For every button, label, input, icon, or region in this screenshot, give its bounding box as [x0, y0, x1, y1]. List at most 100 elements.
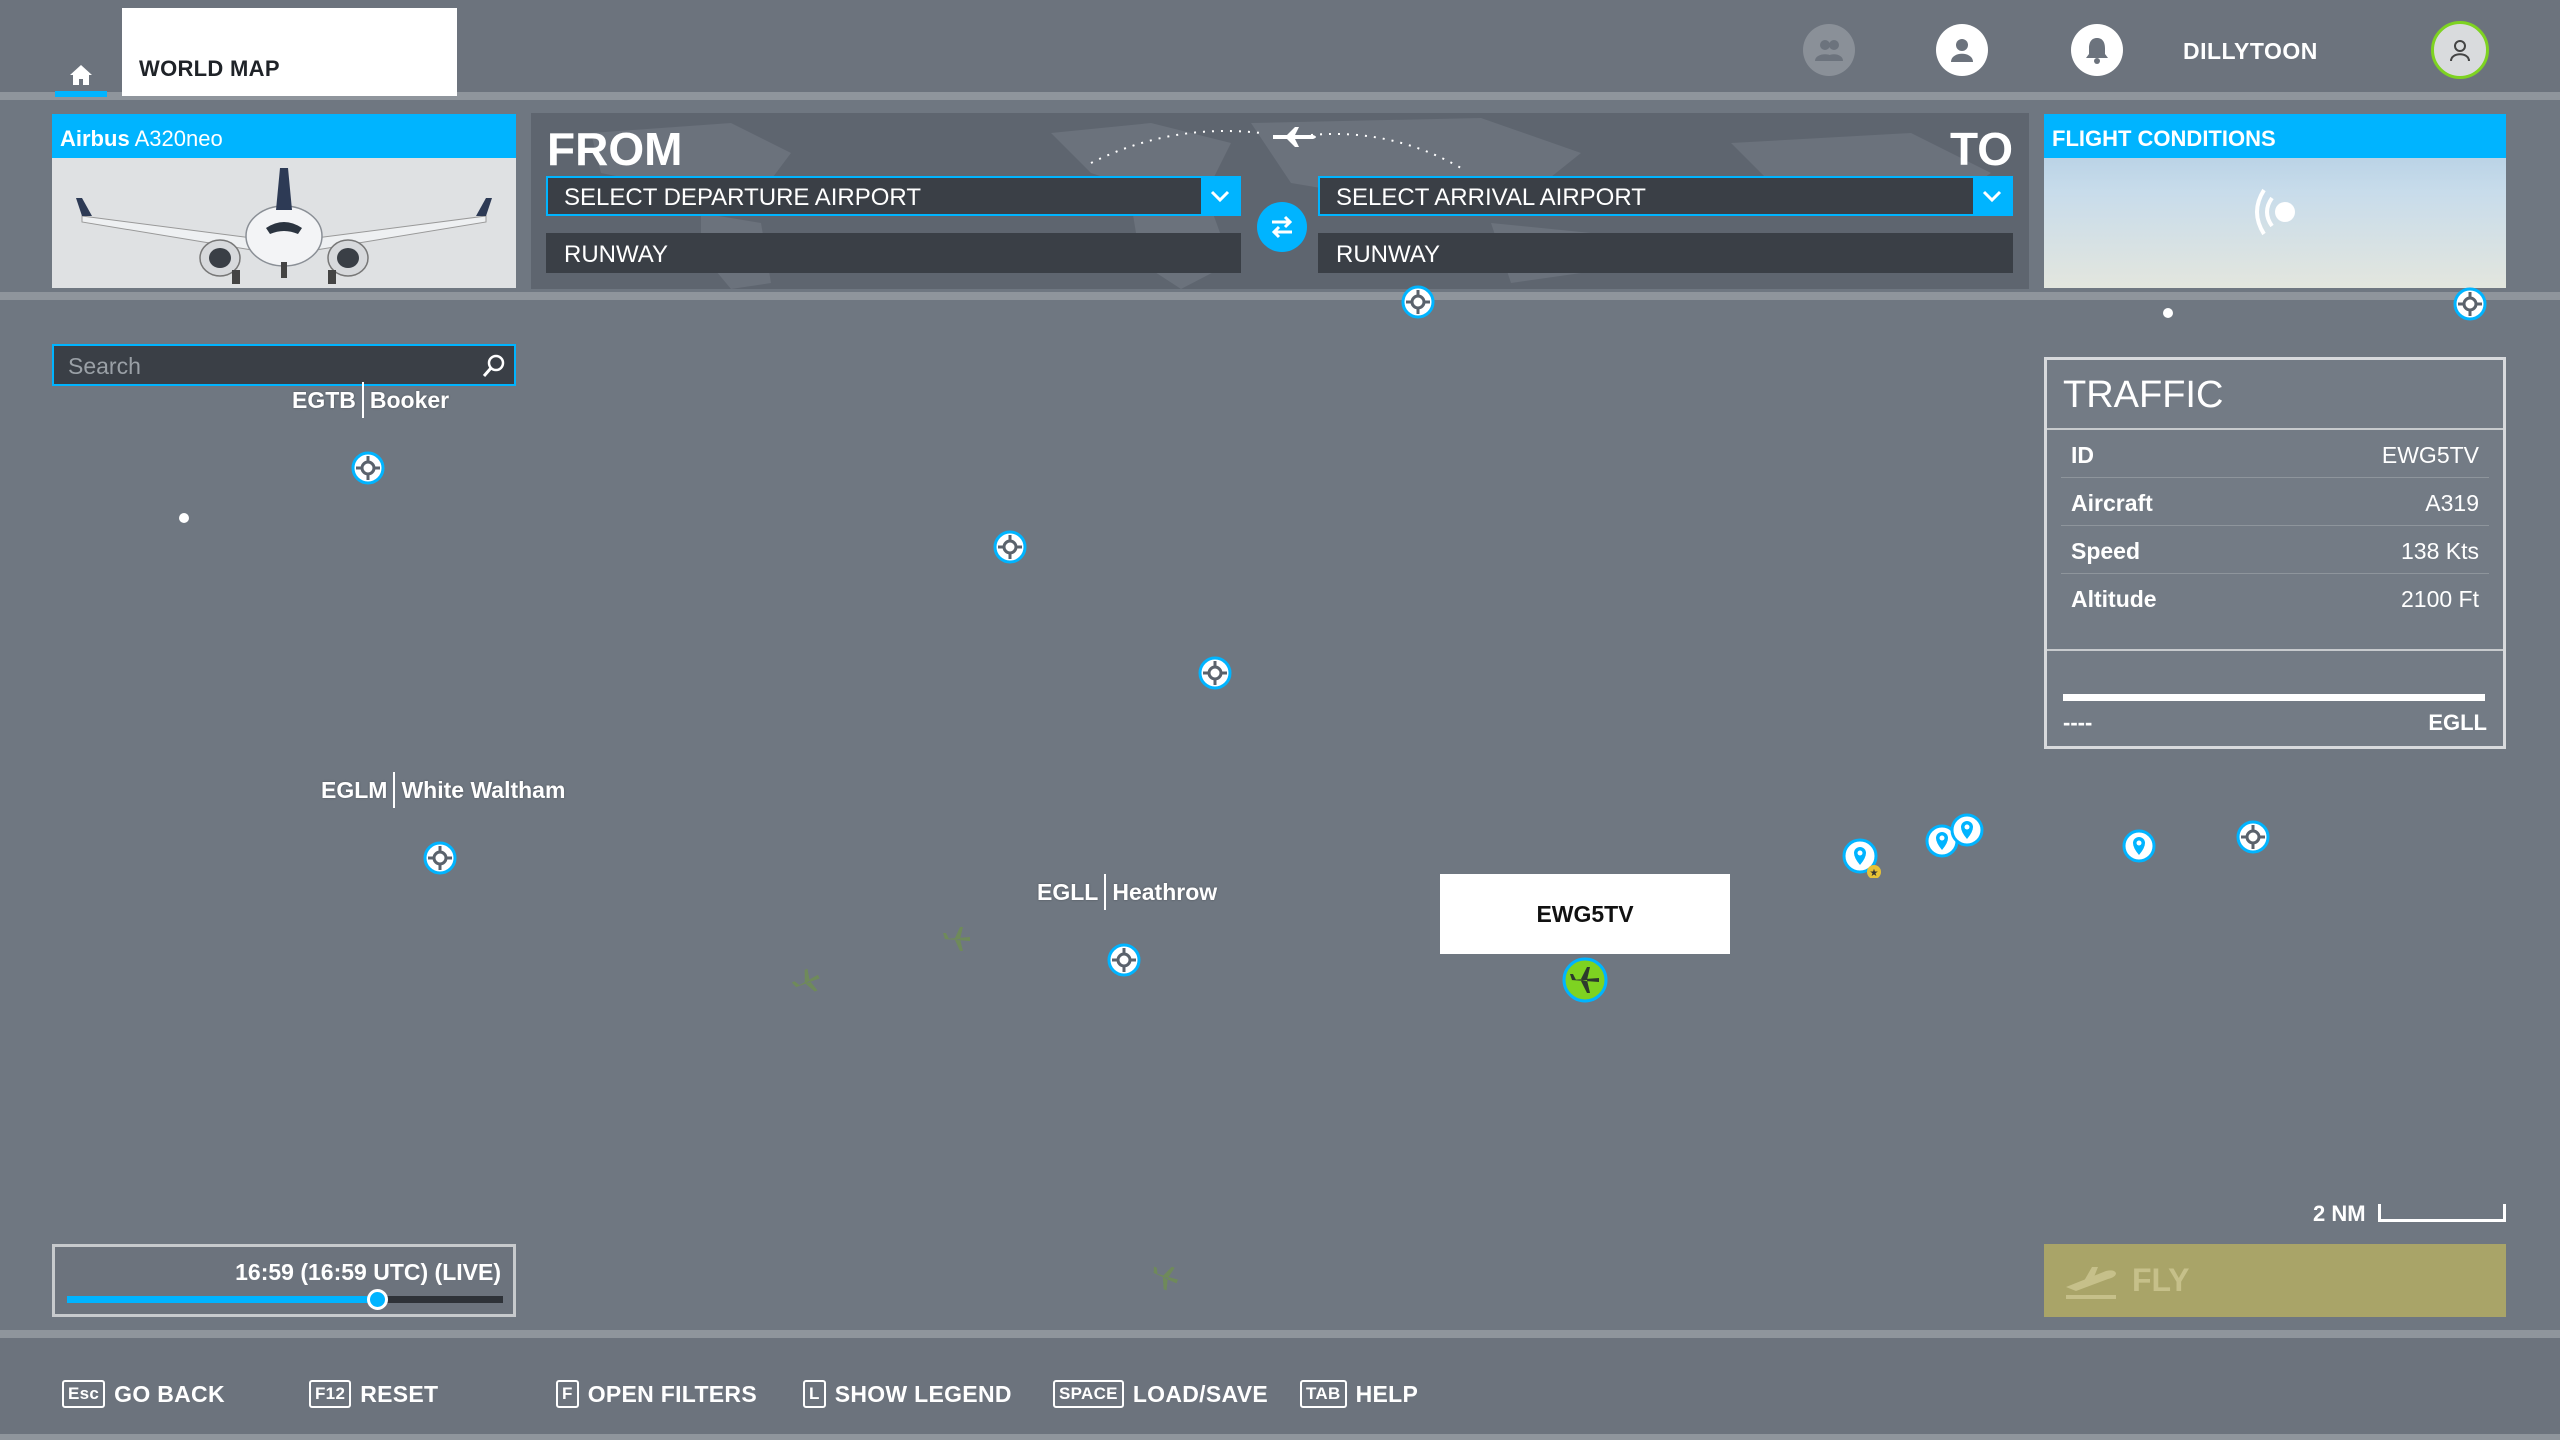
home-tab[interactable]	[55, 55, 107, 97]
departure-dropdown-arrow[interactable]	[1201, 178, 1239, 214]
airport-marker-icon[interactable]	[2452, 286, 2488, 322]
airport-marker-icon[interactable]	[2235, 819, 2271, 855]
waypoint-dot[interactable]	[2162, 307, 2174, 319]
route-selection-panel: FROM TO SELECT DEPARTURE AIRPORT RUNWAY …	[531, 113, 2029, 289]
time-slider-handle[interactable]	[366, 1289, 388, 1310]
fly-button[interactable]: FLY	[2044, 1244, 2506, 1317]
help-hint[interactable]: TAB HELP	[1300, 1380, 1418, 1408]
home-icon	[70, 65, 92, 85]
traffic-plane-icon[interactable]	[1148, 1260, 1182, 1294]
friends-button[interactable]	[1803, 24, 1855, 76]
traffic-panel-title: TRAFFIC	[2047, 360, 2503, 430]
flight-conditions-title: FLIGHT CONDITIONS	[2044, 114, 2506, 158]
hint-label: GO BACK	[114, 1380, 225, 1407]
chevron-down-icon	[1210, 190, 1230, 203]
takeoff-icon	[2066, 1266, 2116, 1299]
open-filters-hint[interactable]: F OPEN FILTERS	[556, 1380, 757, 1408]
world-map-canvas[interactable]: EGTB Booker EGLM White Waltham EGLL Heathro…	[0, 285, 2560, 1330]
airport-marker-icon[interactable]	[1106, 942, 1142, 978]
traffic-field-value: 2100 Ft	[2401, 586, 2479, 612]
traffic-field-label: Altitude	[2071, 586, 2157, 612]
departure-airport-select[interactable]: SELECT DEPARTURE AIRPORT	[546, 176, 1241, 216]
flight-plan-header: Airbus A320neo FROM TO SELECT DEPARTURE …	[0, 108, 2560, 300]
time-slider-fill	[67, 1296, 377, 1303]
airport-marker-icon[interactable]	[422, 840, 458, 876]
aircraft-image	[52, 158, 516, 288]
airport-marker-icon[interactable]	[350, 450, 386, 486]
profile-icon	[1951, 39, 1973, 62]
avatar-icon	[2450, 40, 2470, 62]
selected-traffic-callout[interactable]: EWG5TV	[1440, 874, 1730, 954]
traffic-row-speed: Speed 138 Kts	[2061, 526, 2489, 574]
airport-name: Heathrow	[1112, 878, 1218, 905]
hint-label: HELP	[1355, 1380, 1419, 1407]
key-badge: F	[556, 1380, 579, 1408]
airport-marker-icon[interactable]	[1197, 655, 1233, 691]
svg-text:★: ★	[1870, 868, 1879, 878]
traffic-row-altitude: Altitude 2100 Ft	[2061, 574, 2489, 622]
arrival-runway-field[interactable]: RUNWAY	[1318, 233, 2013, 273]
departure-airport-value: SELECT DEPARTURE AIRPORT	[564, 184, 921, 211]
departure-runway-field[interactable]: RUNWAY	[546, 233, 1241, 273]
traffic-route-origin: ----	[2063, 710, 2093, 735]
key-badge: F12	[309, 1380, 352, 1408]
poi-pin-icon[interactable]: ★	[1842, 838, 1882, 878]
weather-live-icon	[2255, 188, 2295, 236]
traffic-plane-icon[interactable]	[790, 965, 824, 999]
traffic-field-value: EWG5TV	[2381, 442, 2479, 468]
hint-label: RESET	[360, 1380, 439, 1407]
traffic-field-value: A319	[2425, 490, 2479, 516]
search-icon[interactable]	[480, 352, 508, 380]
bottom-hint-bar: Esc GO BACK F12 RESET F OPEN FILTERS L SHOW …	[0, 1330, 2560, 1440]
poi-pin-icon[interactable]	[2121, 828, 2157, 864]
aircraft-title: Airbus A320neo	[52, 114, 516, 158]
swap-icon	[1271, 215, 1293, 239]
traffic-field-value: 138 Kts	[2401, 538, 2479, 564]
traffic-row-id: ID EWG5TV	[2061, 430, 2489, 478]
airport-icao: EGTB	[292, 386, 356, 413]
go-back-hint[interactable]: Esc GO BACK	[62, 1380, 225, 1408]
flight-conditions-card[interactable]: FLIGHT CONDITIONS	[2044, 114, 2506, 288]
airport-marker-icon[interactable]	[992, 529, 1028, 565]
time-of-day-panel: 16:59 (16:59 UTC) (LIVE)	[52, 1244, 516, 1317]
avatar-button[interactable]	[2431, 21, 2489, 79]
profile-button[interactable]	[1936, 24, 1988, 76]
map-search-box	[52, 344, 516, 386]
show-legend-hint[interactable]: L SHOW LEGEND	[803, 1380, 1012, 1408]
traffic-route-progress-bar	[2063, 694, 2485, 701]
airport-marker-icon[interactable]	[1400, 284, 1436, 320]
key-badge: TAB	[1300, 1380, 1347, 1408]
poi-pin-icon[interactable]	[1949, 812, 1985, 848]
traffic-field-label: Aircraft	[2071, 490, 2153, 516]
notification-bell-icon	[2086, 38, 2108, 64]
arrival-airport-value: SELECT ARRIVAL AIRPORT	[1336, 184, 1646, 211]
hint-label: OPEN FILTERS	[587, 1380, 757, 1407]
traffic-field-label: ID	[2071, 442, 2094, 468]
load-save-hint[interactable]: SPACE LOAD/SAVE	[1053, 1380, 1268, 1408]
search-input[interactable]	[68, 353, 468, 379]
aircraft-model: A320neo	[134, 126, 223, 151]
airport-label-egll[interactable]: EGLL Heathrow	[1037, 874, 1217, 910]
fly-button-label: FLY	[2132, 1262, 2190, 1298]
notifications-button[interactable]	[2071, 24, 2123, 76]
aircraft-selection-card[interactable]: Airbus A320neo	[52, 114, 516, 288]
time-slider[interactable]	[67, 1289, 503, 1310]
username-label: DILLYTOON	[2183, 38, 2318, 64]
bottom-border	[0, 1434, 2560, 1440]
arrival-airport-select[interactable]: SELECT ARRIVAL AIRPORT	[1318, 176, 2013, 216]
reset-hint[interactable]: F12 RESET	[309, 1380, 438, 1408]
traffic-field-label: Speed	[2071, 538, 2141, 564]
waypoint-dot[interactable]	[178, 512, 190, 524]
key-badge: SPACE	[1053, 1380, 1124, 1408]
map-scale-label: 2 NM	[2313, 1201, 2366, 1226]
tab-world-map[interactable]: WORLD MAP	[122, 8, 457, 96]
key-badge: Esc	[62, 1380, 106, 1408]
selected-traffic-callsign: EWG5TV	[1536, 900, 1634, 927]
arrival-dropdown-arrow[interactable]	[1973, 178, 2011, 214]
selected-traffic-plane-icon[interactable]	[1561, 956, 1609, 1004]
swap-airports-button[interactable]	[1257, 202, 1307, 252]
traffic-route-destination: EGLL	[2428, 710, 2487, 735]
traffic-plane-icon[interactable]	[940, 922, 974, 956]
airport-label-eglm[interactable]: EGLM White Waltham	[321, 772, 565, 808]
airport-label-egtb[interactable]: EGTB Booker	[292, 382, 449, 418]
